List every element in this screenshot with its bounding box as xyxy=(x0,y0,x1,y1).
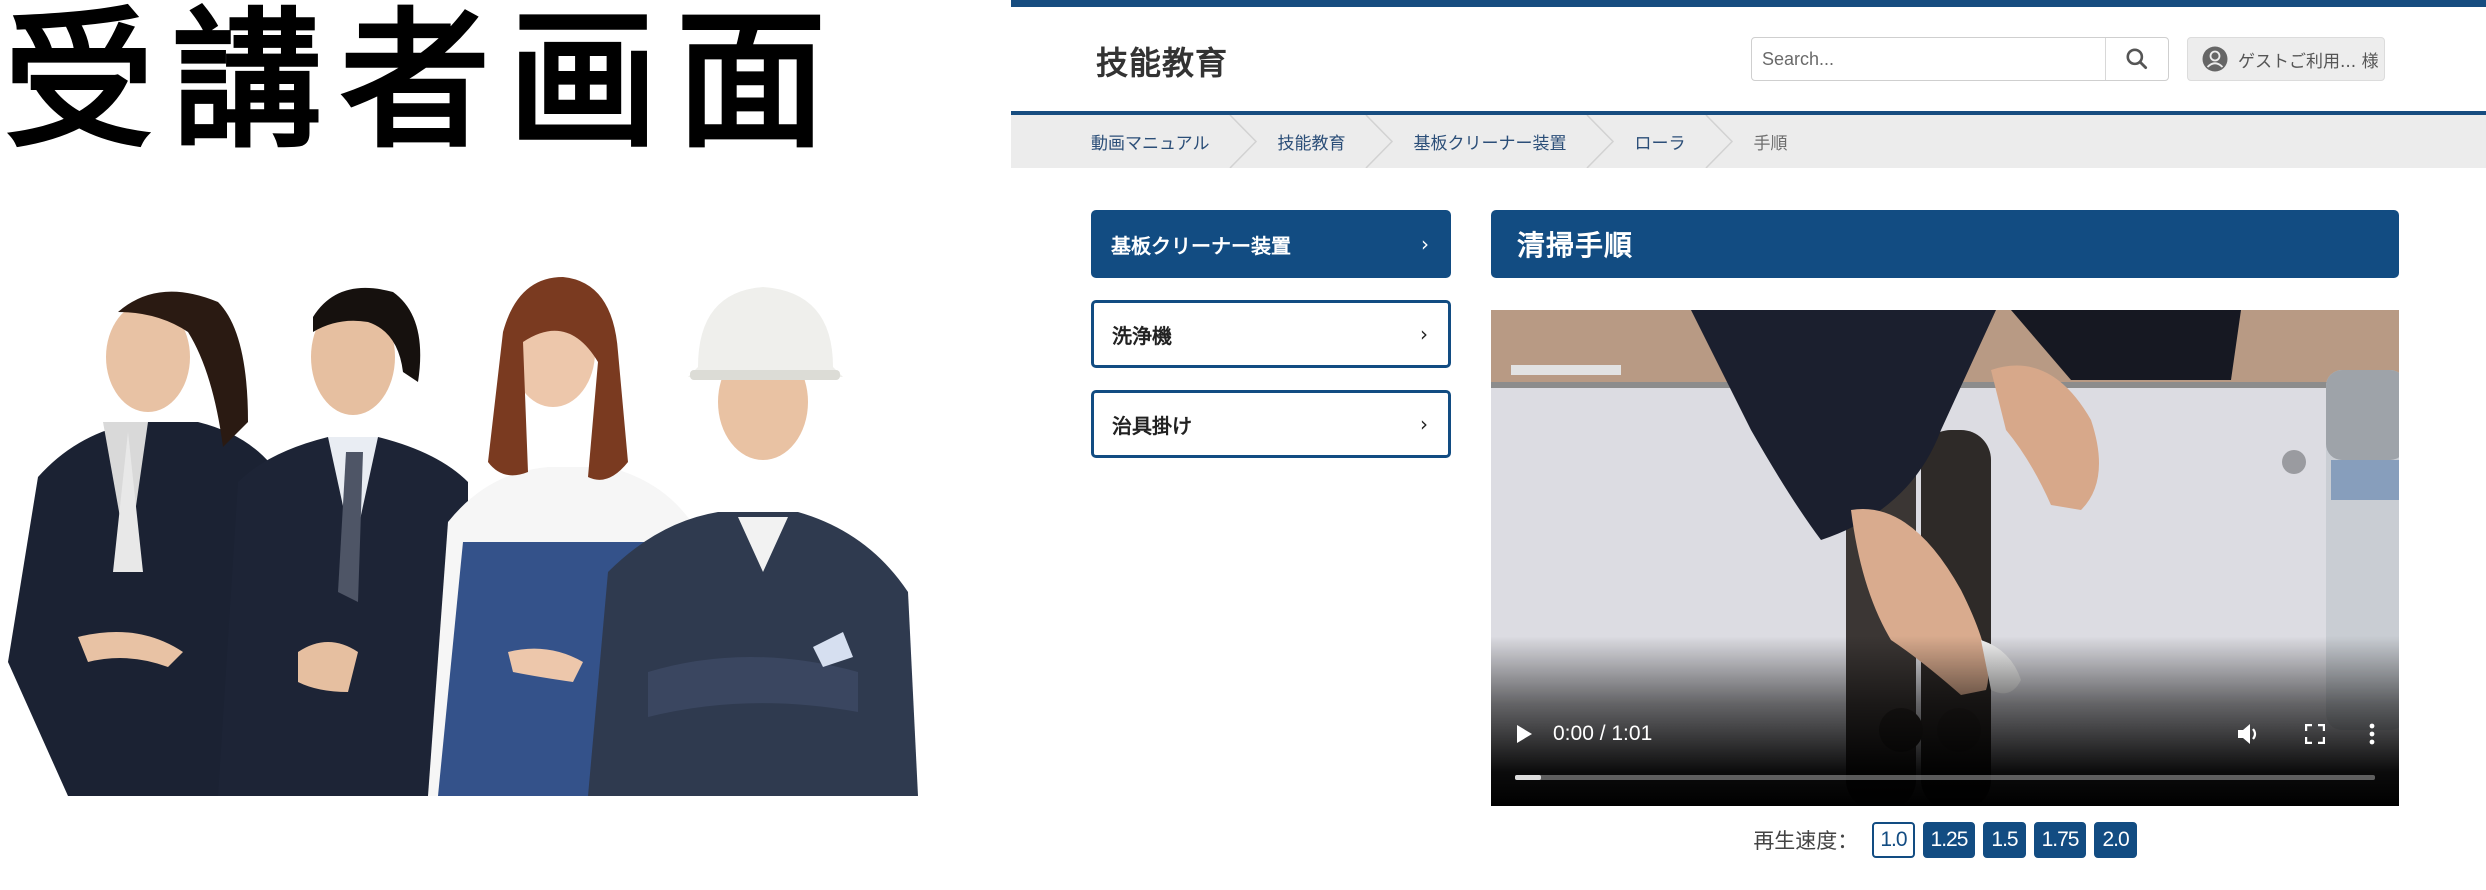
chevron-right-icon: › xyxy=(1421,232,1429,256)
speed-button-1-5[interactable]: 1.5 xyxy=(1983,822,2026,858)
speed-button-1-75[interactable]: 1.75 xyxy=(2033,822,2087,858)
video-controls-right xyxy=(2237,723,2375,745)
app-window: 技能教育 ゲストご利用... 様 動画マニュアル 技能教育 基板クリーナー装置 … xyxy=(1011,0,2486,890)
fullscreen-icon xyxy=(2305,724,2325,744)
playback-speed-selector: 再生速度： 1.0 1.25 1.5 1.75 2.0 xyxy=(1491,820,2399,860)
volume-button[interactable] xyxy=(2237,723,2261,745)
sidebar-item-label: 基板クリーナー装置 xyxy=(1111,233,1291,258)
breadcrumb: 動画マニュアル 技能教育 基板クリーナー装置 ローラ 手順 xyxy=(1011,115,2486,168)
chevron-right-icon: › xyxy=(1420,412,1428,436)
sidebar-item-jig-hanger[interactable]: 治具掛け › xyxy=(1091,390,1451,458)
video-time-display: 0:00 / 1:01 xyxy=(1553,722,1653,745)
video-progress-bar[interactable] xyxy=(1515,775,2375,780)
breadcrumb-item-procedure: 手順 xyxy=(1753,134,1788,154)
user-menu-button[interactable]: ゲストご利用... 様 xyxy=(2187,37,2385,81)
person-businessman xyxy=(218,287,468,796)
sidebar-item-label: 治具掛け xyxy=(1112,413,1192,438)
breadcrumb-item-skill-education[interactable]: 技能教育 xyxy=(1278,115,1382,168)
breadcrumb-item-roller[interactable]: ローラ xyxy=(1635,115,1722,168)
sidebar-item-board-cleaner[interactable]: 基板クリーナー装置 › xyxy=(1091,210,1451,278)
search-input[interactable] xyxy=(1752,38,2105,80)
play-button[interactable] xyxy=(1515,724,1533,744)
speed-button-1-0[interactable]: 1.0 xyxy=(1872,822,1915,858)
user-avatar-icon xyxy=(2202,46,2228,72)
promo-title: 受講者画面 xyxy=(4,0,845,169)
search-icon xyxy=(2126,48,2148,70)
site-title[interactable]: 技能教育 xyxy=(1096,38,1228,84)
video-progress-fill xyxy=(1515,775,1541,780)
user-label: ゲストご利用... 様 xyxy=(2238,51,2379,72)
search-box xyxy=(1751,37,2169,81)
volume-icon xyxy=(2238,724,2257,744)
more-options-icon xyxy=(2369,723,2375,745)
top-accent-bar xyxy=(1011,0,2486,7)
content-title: 清掃手順 xyxy=(1491,210,2399,278)
speed-label: 再生速度： xyxy=(1753,829,1859,853)
video-controls: 0:00 / 1:01 xyxy=(1491,714,2399,754)
people-image xyxy=(8,277,918,796)
sidebar-item-washer[interactable]: 洗浄機 › xyxy=(1091,300,1451,368)
search-button[interactable] xyxy=(2105,38,2168,80)
fullscreen-button[interactable] xyxy=(2305,724,2325,744)
chevron-right-icon: › xyxy=(1420,322,1428,346)
breadcrumb-item-video-manual[interactable]: 動画マニュアル xyxy=(1091,115,1246,168)
speed-button-1-25[interactable]: 1.25 xyxy=(1922,822,1976,858)
breadcrumb-item-board-cleaner[interactable]: 基板クリーナー装置 xyxy=(1414,115,1603,168)
more-options-button[interactable] xyxy=(2369,723,2375,745)
video-player[interactable]: 0:00 / 1:01 xyxy=(1491,310,2399,806)
play-icon xyxy=(1517,725,1532,743)
sidebar-item-label: 洗浄機 xyxy=(1112,323,1172,348)
speed-button-2-0[interactable]: 2.0 xyxy=(2094,822,2137,858)
